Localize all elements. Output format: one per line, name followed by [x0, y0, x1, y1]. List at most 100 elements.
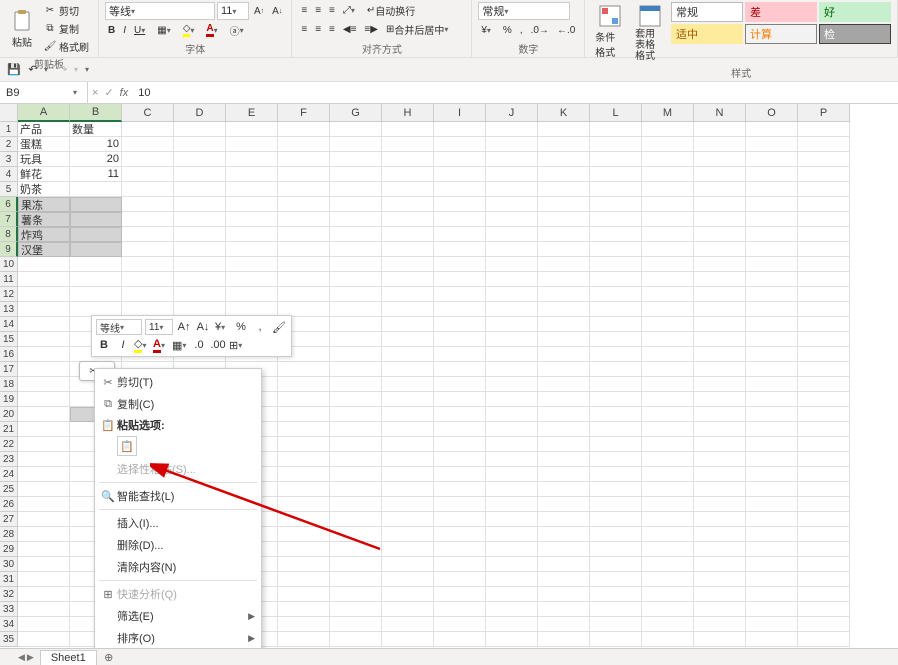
cell-L7[interactable]: [590, 212, 642, 227]
cell-N23[interactable]: [694, 452, 746, 467]
tab-nav[interactable]: ◀▶: [18, 652, 34, 663]
cell-F18[interactable]: [278, 377, 330, 392]
cell-J34[interactable]: [486, 617, 538, 632]
cell-K16[interactable]: [538, 347, 590, 362]
cell-G11[interactable]: [330, 272, 382, 287]
cell-N15[interactable]: [694, 332, 746, 347]
cell-G19[interactable]: [330, 392, 382, 407]
cell-D4[interactable]: [174, 167, 226, 182]
cell-E3[interactable]: [226, 152, 278, 167]
cell-F8[interactable]: [278, 227, 330, 242]
cell-M32[interactable]: [642, 587, 694, 602]
mini-italic[interactable]: I: [115, 337, 131, 353]
cell-I19[interactable]: [434, 392, 486, 407]
cell-L20[interactable]: [590, 407, 642, 422]
italic-button[interactable]: I: [120, 24, 129, 37]
cell-A19[interactable]: [18, 392, 70, 407]
cell-N17[interactable]: [694, 362, 746, 377]
cell-E12[interactable]: [226, 287, 278, 302]
cell-M21[interactable]: [642, 422, 694, 437]
cell-I1[interactable]: [434, 122, 486, 137]
cell-O9[interactable]: [746, 242, 798, 257]
cell-K5[interactable]: [538, 182, 590, 197]
col-header-M[interactable]: M: [642, 104, 694, 122]
cell-P14[interactable]: [798, 317, 850, 332]
cell-F29[interactable]: [278, 542, 330, 557]
cell-O26[interactable]: [746, 497, 798, 512]
cell-C2[interactable]: [122, 137, 174, 152]
cell-G25[interactable]: [330, 482, 382, 497]
cell-P3[interactable]: [798, 152, 850, 167]
cell-I8[interactable]: [434, 227, 486, 242]
cell-A13[interactable]: [18, 302, 70, 317]
style-neutral[interactable]: 适中: [671, 24, 743, 44]
cell-G35[interactable]: [330, 632, 382, 647]
cell-E10[interactable]: [226, 257, 278, 272]
cell-G26[interactable]: [330, 497, 382, 512]
cell-N5[interactable]: [694, 182, 746, 197]
row-header-11[interactable]: 11: [0, 272, 18, 287]
cell-J8[interactable]: [486, 227, 538, 242]
cell-A29[interactable]: [18, 542, 70, 557]
underline-button[interactable]: U▾: [131, 24, 152, 37]
cell-P16[interactable]: [798, 347, 850, 362]
cell-M24[interactable]: [642, 467, 694, 482]
cell-L23[interactable]: [590, 452, 642, 467]
cell-B3[interactable]: 20: [70, 152, 122, 167]
cell-L34[interactable]: [590, 617, 642, 632]
style-bad[interactable]: 差: [745, 2, 817, 22]
cell-I6[interactable]: [434, 197, 486, 212]
cell-J31[interactable]: [486, 572, 538, 587]
cell-L8[interactable]: [590, 227, 642, 242]
cell-A6[interactable]: 果冻: [18, 197, 70, 212]
cell-G20[interactable]: [330, 407, 382, 422]
cell-L12[interactable]: [590, 287, 642, 302]
cell-K1[interactable]: [538, 122, 590, 137]
cell-O16[interactable]: [746, 347, 798, 362]
mini-bold[interactable]: B: [96, 337, 112, 353]
cell-D10[interactable]: [174, 257, 226, 272]
cell-D6[interactable]: [174, 197, 226, 212]
cell-O27[interactable]: [746, 512, 798, 527]
cell-F25[interactable]: [278, 482, 330, 497]
cell-P24[interactable]: [798, 467, 850, 482]
cell-H29[interactable]: [382, 542, 434, 557]
cell-F17[interactable]: [278, 362, 330, 377]
cell-M18[interactable]: [642, 377, 694, 392]
cell-H2[interactable]: [382, 137, 434, 152]
cell-M9[interactable]: [642, 242, 694, 257]
cell-K24[interactable]: [538, 467, 590, 482]
wrap-text-button[interactable]: ↵自动换行: [364, 2, 418, 19]
cell-E6[interactable]: [226, 197, 278, 212]
cell-N35[interactable]: [694, 632, 746, 647]
cell-G14[interactable]: [330, 317, 382, 332]
cell-H21[interactable]: [382, 422, 434, 437]
cell-O17[interactable]: [746, 362, 798, 377]
cell-B5[interactable]: [70, 182, 122, 197]
col-header-L[interactable]: L: [590, 104, 642, 122]
cell-B7[interactable]: [70, 212, 122, 227]
cell-J29[interactable]: [486, 542, 538, 557]
cell-L25[interactable]: [590, 482, 642, 497]
accept-formula-button[interactable]: ✓: [104, 86, 113, 99]
cell-L22[interactable]: [590, 437, 642, 452]
number-format-select[interactable]: 常规▾: [478, 2, 570, 20]
col-header-I[interactable]: I: [434, 104, 486, 122]
cell-H23[interactable]: [382, 452, 434, 467]
inc-decimal-button[interactable]: .0→: [528, 24, 552, 37]
cell-K18[interactable]: [538, 377, 590, 392]
row-header-17[interactable]: 17: [0, 362, 18, 377]
cell-L2[interactable]: [590, 137, 642, 152]
cell-J9[interactable]: [486, 242, 538, 257]
cell-A23[interactable]: [18, 452, 70, 467]
cell-K3[interactable]: [538, 152, 590, 167]
cell-F33[interactable]: [278, 602, 330, 617]
cell-E2[interactable]: [226, 137, 278, 152]
cell-F19[interactable]: [278, 392, 330, 407]
col-header-B[interactable]: B: [70, 104, 122, 122]
cell-N33[interactable]: [694, 602, 746, 617]
cell-I22[interactable]: [434, 437, 486, 452]
merge-button[interactable]: ⊞合并后居中▾: [383, 21, 455, 38]
cell-H10[interactable]: [382, 257, 434, 272]
cell-K31[interactable]: [538, 572, 590, 587]
